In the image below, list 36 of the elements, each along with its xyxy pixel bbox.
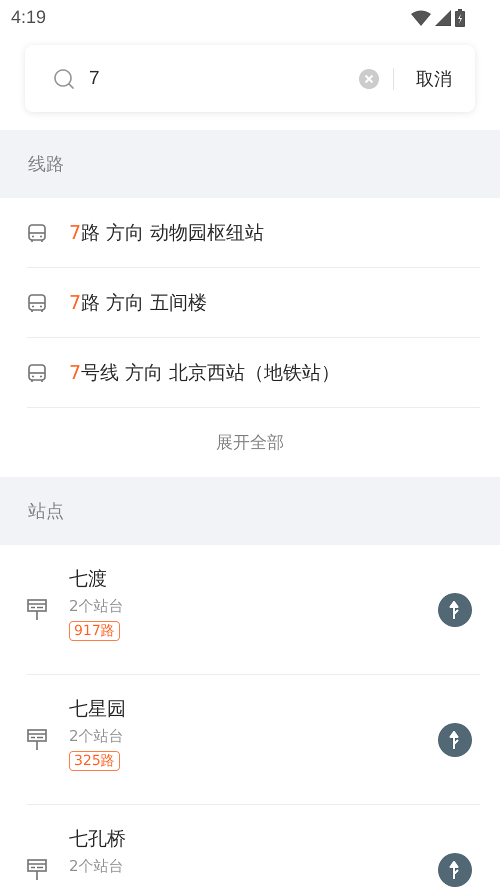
station-name: 七孔桥 <box>69 827 126 852</box>
route-item[interactable]: 7号线 方向 北京西站（地铁站） <box>27 338 480 408</box>
route-name: 7路 方向 动物园枢纽站 <box>69 220 264 246</box>
status-time: 4:19 <box>11 7 46 28</box>
section-title: 线路 <box>28 153 64 176</box>
wifi-icon <box>411 10 431 26</box>
search-icon <box>53 68 75 90</box>
route-tag: 325路 <box>69 751 120 771</box>
expand-all-button[interactable]: 展开全部 <box>216 431 284 454</box>
directions-icon[interactable] <box>438 593 472 627</box>
station-item[interactable]: 七星园 2个站台 325路 <box>27 675 480 805</box>
station-name: 七星园 <box>69 697 126 722</box>
route-name: 7号线 方向 北京西站（地铁站） <box>69 360 340 386</box>
platform-count: 2个站台 <box>69 727 124 746</box>
bus-icon <box>27 222 47 242</box>
station-name: 七渡 <box>69 567 107 592</box>
platform-count: 2个站台 <box>69 597 124 616</box>
bus-icon <box>27 292 47 312</box>
directions-icon[interactable] <box>438 853 472 887</box>
bus-stop-icon <box>27 859 47 881</box>
station-item[interactable]: 七渡 2个站台 917路 <box>27 545 480 675</box>
route-item[interactable]: 7路 方向 动物园枢纽站 <box>27 198 480 268</box>
cancel-button[interactable]: 取消 <box>416 66 452 90</box>
bus-stop-icon <box>27 599 47 621</box>
signal-icon <box>435 10 451 26</box>
route-tag: 917路 <box>69 621 120 641</box>
bus-icon <box>27 362 47 382</box>
platform-count: 2个站台 <box>69 857 124 876</box>
directions-icon[interactable] <box>438 723 472 757</box>
bus-stop-icon <box>27 729 47 751</box>
route-name: 7路 方向 五间楼 <box>69 290 208 316</box>
section-title: 站点 <box>28 500 64 523</box>
search-field[interactable]: 7 <box>87 66 359 90</box>
route-item[interactable]: 7路 方向 五间楼 <box>27 268 480 338</box>
battery-icon <box>455 8 465 26</box>
station-item[interactable]: 七孔桥 2个站台 <box>27 805 480 889</box>
